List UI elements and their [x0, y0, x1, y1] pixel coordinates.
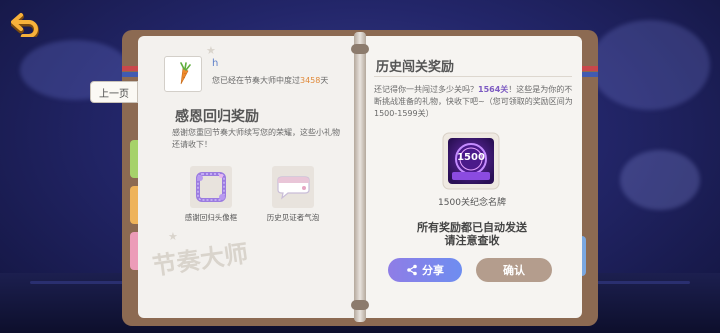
binding-ring — [351, 300, 369, 310]
share-label: 分享 — [422, 264, 444, 277]
share-icon — [407, 264, 417, 276]
reward-label: 历史见证者气泡 — [266, 213, 320, 222]
reward-item[interactable]: 感谢回归头像框 — [178, 166, 244, 223]
play-days-count: 3458 — [300, 76, 321, 85]
share-button[interactable]: 分享 — [388, 258, 462, 282]
return-reward-title: 感恩回归奖励 — [175, 109, 259, 125]
back-arrow-icon — [11, 13, 39, 37]
avatar — [164, 56, 202, 92]
reward-item[interactable]: 历史见证者气泡 — [260, 166, 326, 223]
back-button[interactable] — [6, 6, 46, 42]
binding-ring — [351, 44, 369, 54]
return-reward-description: 感谢您重回节奏大师续写您的荣耀，这些小礼物还请收下！ — [172, 128, 340, 149]
badge-number: 1500 — [457, 152, 485, 163]
star-decoration: ★ — [206, 44, 216, 57]
book-spine — [354, 32, 366, 322]
carrot-icon — [180, 62, 191, 85]
play-days-text: 您已经在节奏大师中度过3458天 — [212, 76, 329, 85]
avatar-frame-icon — [196, 172, 226, 202]
bookmark-ribbon — [582, 72, 598, 77]
auto-send-notice: 所有奖励都已自动发送 请注意查收 — [417, 221, 527, 247]
bookmark-ribbon — [122, 66, 138, 71]
nameplate-badge[interactable]: 1500 — [442, 132, 500, 190]
stage-light — [620, 150, 700, 210]
divider — [374, 76, 572, 77]
prev-page-tab[interactable]: 上一页 — [90, 81, 138, 103]
confirm-button[interactable]: 确认 — [476, 258, 552, 282]
history-reward-description: 还记得你一共闯过多少关吗？1564关！这些是为你的不断挑战准备的礼物，快收下吧~… — [374, 85, 573, 118]
username: h — [212, 58, 219, 69]
bookmark-ribbon — [582, 66, 598, 71]
badge-label: 1500关纪念名牌 — [438, 198, 506, 208]
bookmark-ribbon — [122, 72, 138, 77]
stage-light — [590, 20, 710, 110]
star-decoration: ★ — [168, 230, 178, 243]
chat-bubble-icon — [277, 176, 310, 200]
levels-cleared-count: 1564关 — [478, 85, 509, 94]
reward-label: 感谢回归头像框 — [184, 213, 238, 222]
history-reward-title: 历史闯关奖励 — [376, 60, 455, 75]
